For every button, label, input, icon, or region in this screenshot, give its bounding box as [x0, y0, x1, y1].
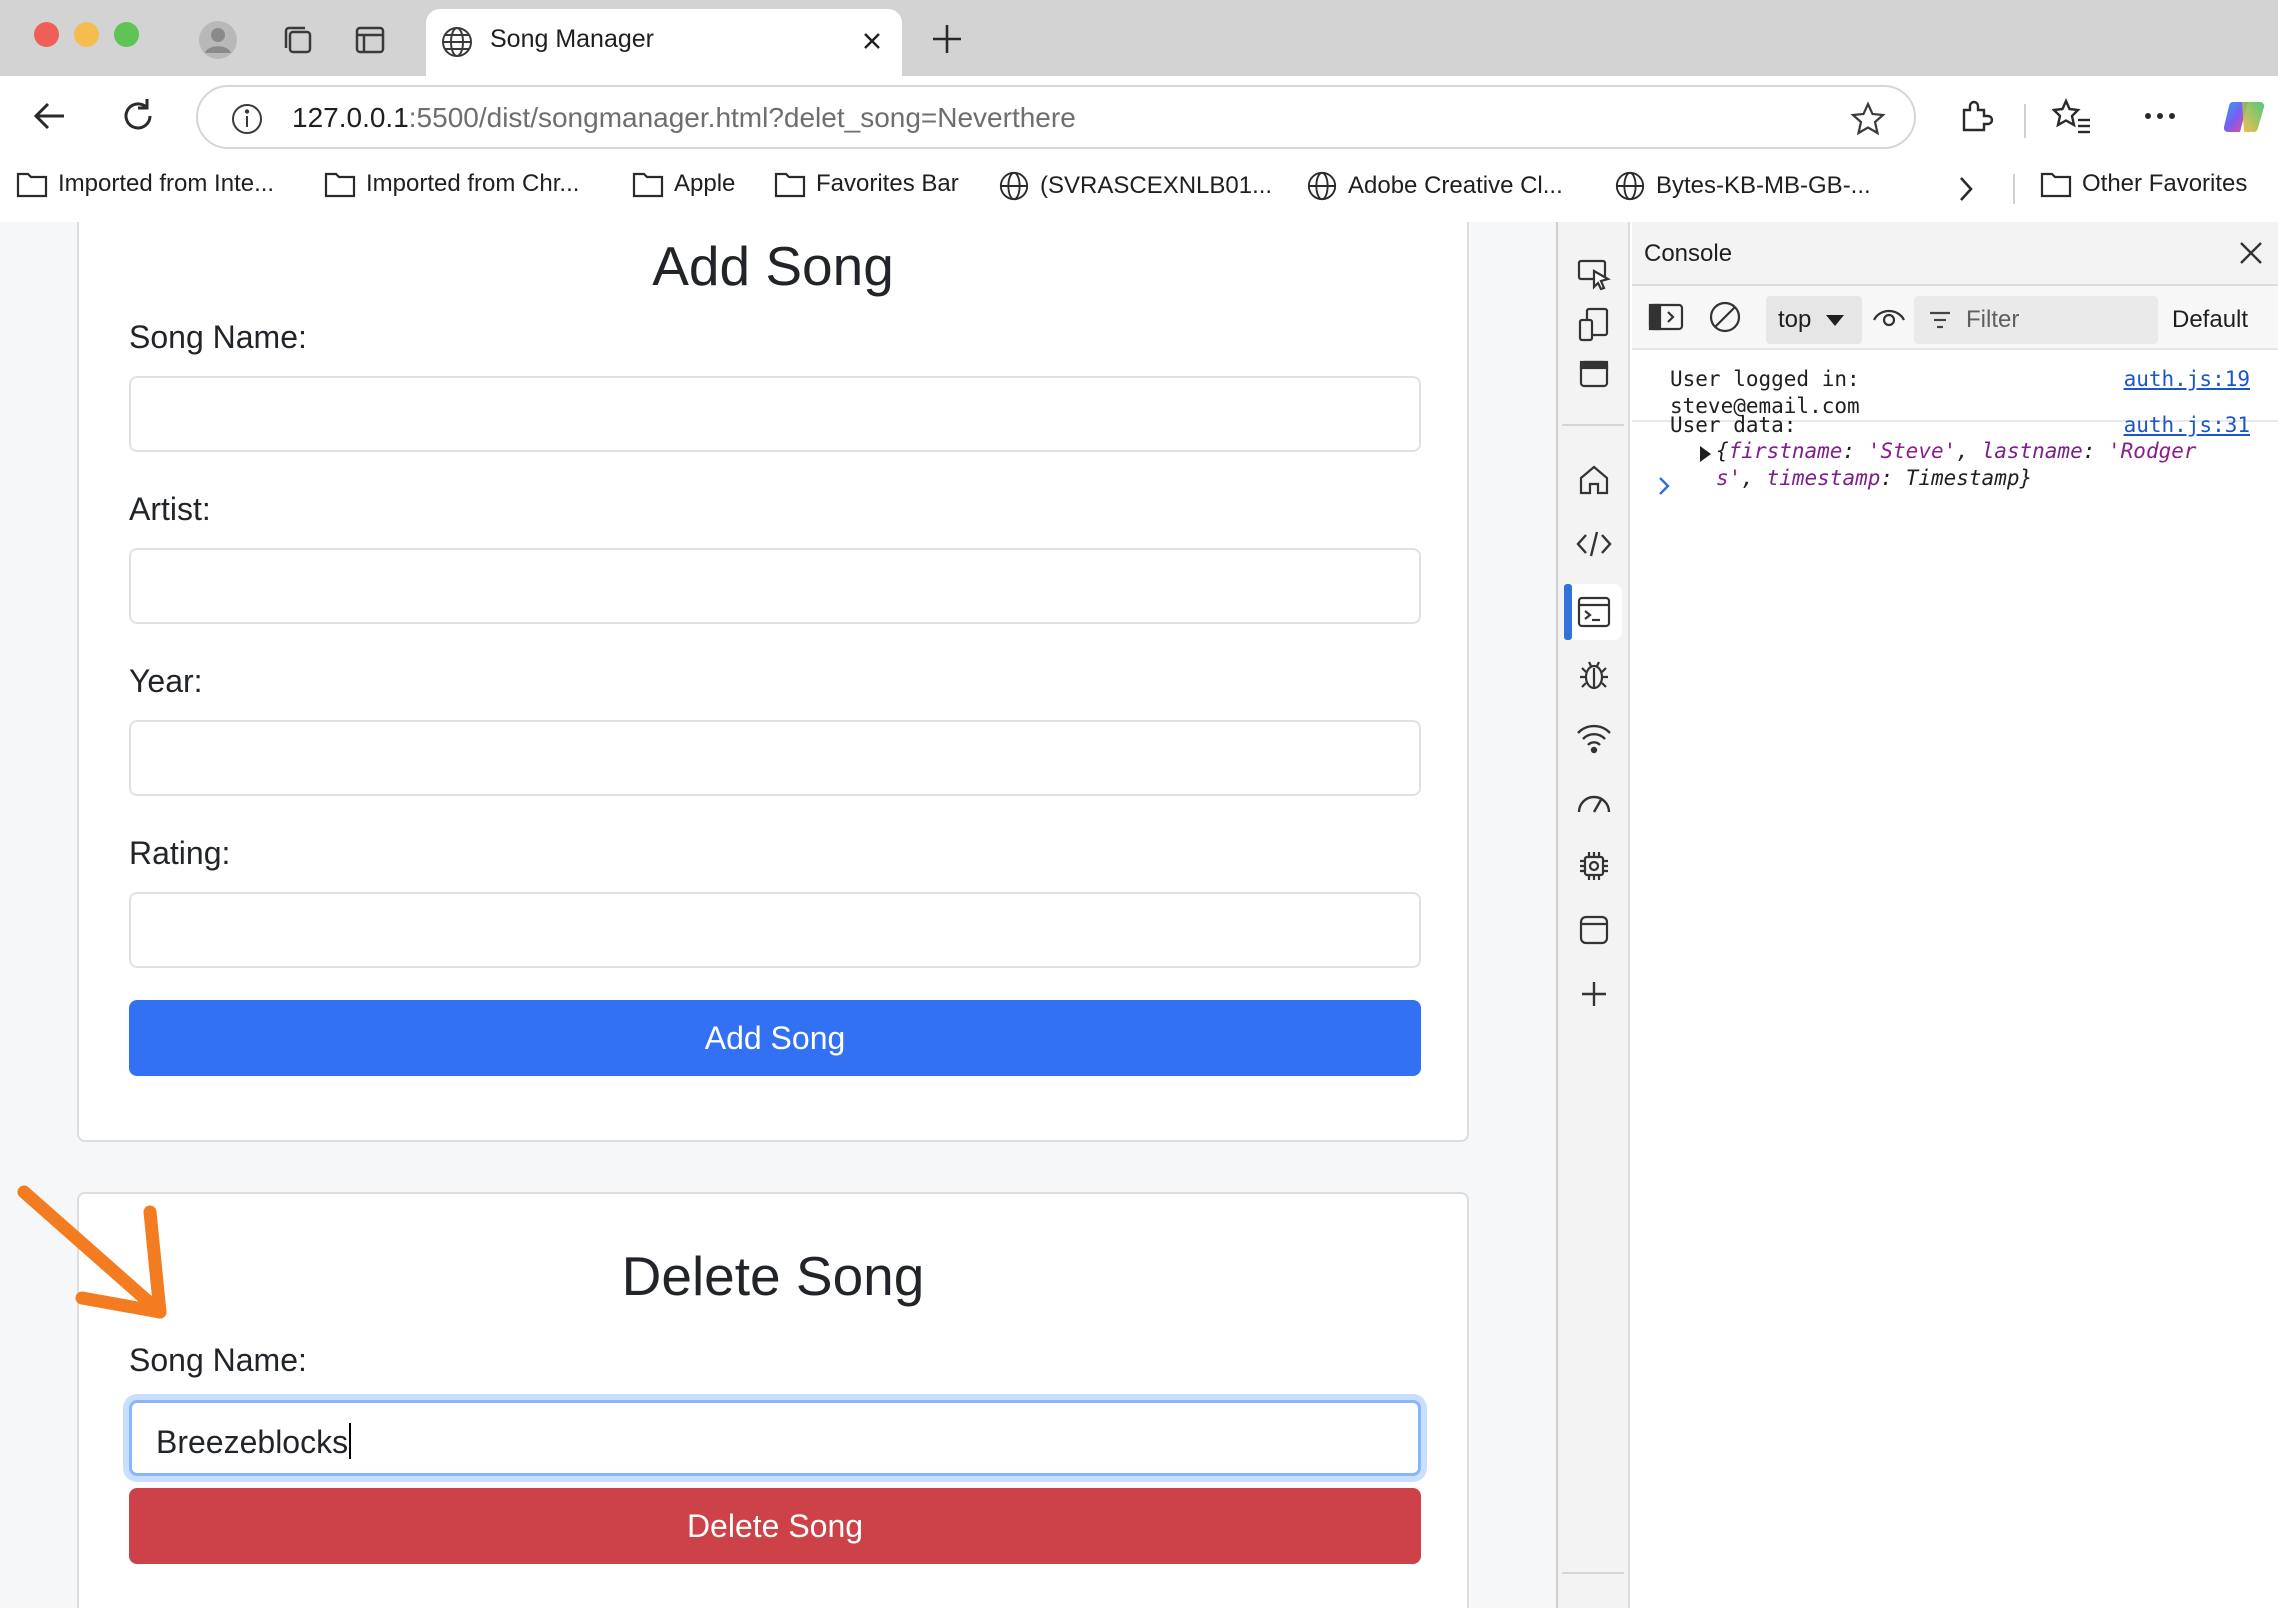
window-layout-icon[interactable] [1574, 354, 1614, 394]
rail-separator [1562, 1572, 1624, 1574]
add-song-card: Add Song Song Name: Artist: Year: Rating… [77, 222, 1469, 1142]
favorites-list-icon[interactable] [2052, 98, 2092, 136]
browser-tab-strip: Song Manager [0, 0, 2278, 76]
bookmark-folder[interactable]: Imported from Chr... [324, 170, 579, 198]
delete-song-card: Delete Song Song Name: Breezeblocks Dele… [77, 1192, 1469, 1608]
bookmark-folder[interactable]: Apple [632, 170, 735, 198]
console-tab-indicator [1564, 584, 1572, 640]
globe-icon [442, 27, 472, 57]
rating-input[interactable] [129, 892, 1421, 968]
toolbar-separator [2024, 104, 2026, 138]
console-message: User data: auth.js:31 {firstname: 'Steve… [1670, 412, 2250, 492]
bookmarks-separator [2013, 174, 2015, 204]
delete-song-heading: Delete Song [621, 1245, 925, 1307]
window-close-button[interactable] [34, 22, 59, 47]
elements-code-icon[interactable] [1574, 524, 1614, 564]
folder-icon [16, 172, 48, 198]
text-caret [349, 1423, 352, 1459]
song-name-label: Song Name: [129, 319, 307, 355]
bookmark-folder[interactable]: Other Favorites [2040, 170, 2247, 198]
vertical-tabs-icon[interactable] [350, 20, 390, 60]
add-tool-icon[interactable] [1574, 974, 1614, 1014]
source-link[interactable]: auth.js:19 [2124, 366, 2250, 393]
devtools-panel-title: Console [1644, 240, 1733, 267]
delete-song-name-label: Song Name: [129, 1342, 307, 1378]
close-icon[interactable] [2236, 238, 2266, 268]
new-tab-icon[interactable] [930, 22, 964, 56]
copilot-icon[interactable] [2222, 94, 2268, 140]
performance-gauge-icon[interactable] [1574, 782, 1614, 822]
clear-console-icon[interactable] [1708, 300, 1742, 334]
globe-icon [1307, 171, 1337, 201]
console-prompt-chevron-icon[interactable] [1654, 474, 1674, 498]
window-minimize-button[interactable] [74, 22, 99, 47]
bookmarks-bar: Imported from Inte... Imported from Chr.… [0, 162, 2278, 214]
folder-icon [324, 172, 356, 198]
add-song-heading: Add Song [652, 235, 894, 297]
profile-icon[interactable] [198, 20, 238, 60]
network-wifi-icon[interactable] [1574, 718, 1614, 758]
year-label: Year: [129, 663, 203, 699]
folder-icon [2040, 172, 2072, 198]
active-tab[interactable]: Song Manager [426, 9, 902, 76]
chevron-right-icon[interactable] [1953, 174, 1979, 204]
bookmark-folder[interactable]: Imported from Inte... [16, 170, 274, 198]
delete-song-name-value: Breezeblocks [156, 1423, 352, 1461]
delete-song-name-input[interactable]: Breezeblocks [129, 1400, 1421, 1476]
favorite-star-icon[interactable] [1850, 101, 1886, 137]
console-filter-input[interactable]: Filter [1914, 296, 2158, 344]
close-tab-icon[interactable] [860, 29, 884, 53]
delete-song-button[interactable]: Delete Song [129, 1488, 1421, 1564]
bookmark-link[interactable]: Adobe Creative Cl... [1306, 170, 1563, 202]
annotation-arrow-icon [17, 1185, 167, 1319]
application-panel-icon[interactable] [1574, 910, 1614, 950]
add-song-button[interactable]: Add Song [129, 1000, 1421, 1076]
memory-chip-icon[interactable] [1574, 846, 1614, 886]
debugger-bug-icon[interactable] [1574, 654, 1614, 694]
site-info-icon[interactable] [230, 102, 264, 136]
window-zoom-button[interactable] [114, 22, 139, 47]
source-link[interactable]: auth.js:31 [2124, 412, 2250, 439]
bookmark-link[interactable]: Bytes-KB-MB-GB-... [1614, 170, 1871, 202]
live-expression-eye-icon[interactable] [1872, 302, 1906, 332]
address-bar[interactable]: 127.0.0.1:5500/dist/songmanager.html?del… [196, 85, 1916, 149]
show-sidebar-icon[interactable] [1648, 302, 1684, 332]
song-name-input[interactable] [129, 376, 1421, 452]
console-icon[interactable] [1574, 592, 1614, 632]
tab-title: Song Manager [490, 25, 655, 53]
artist-label: Artist: [129, 491, 211, 527]
year-input[interactable] [129, 720, 1421, 796]
artist-input[interactable] [129, 548, 1421, 624]
home-icon[interactable] [1574, 460, 1614, 500]
folder-icon [632, 172, 664, 198]
context-selector[interactable]: top [1766, 296, 1862, 344]
rating-label: Rating: [129, 835, 231, 871]
rail-separator [1562, 424, 1624, 426]
back-arrow-icon[interactable] [30, 96, 70, 136]
expand-object-icon[interactable] [1700, 446, 1711, 462]
page-viewport: Add Song Song Name: Artist: Year: Rating… [0, 222, 1556, 1608]
console-toolbar: top Filter Default [1632, 286, 2278, 350]
globe-icon [1615, 171, 1645, 201]
refresh-icon[interactable] [118, 96, 158, 136]
devtools-header: Console [1632, 222, 2278, 286]
bookmark-folder[interactable]: Favorites Bar [774, 170, 959, 198]
more-options-icon[interactable] [2142, 98, 2178, 134]
globe-icon [999, 171, 1029, 201]
inspect-icon[interactable] [1574, 254, 1614, 294]
bookmark-link[interactable]: (SVRASCEXNLB01... [998, 170, 1272, 202]
log-levels-dropdown[interactable]: Default [2172, 306, 2248, 334]
filter-icon [1930, 311, 1950, 329]
logged-object[interactable]: {firstname: 'Steve', lastname: 'Rodger s… [1716, 438, 2236, 492]
devtools-activity-bar [1558, 222, 1630, 1608]
browser-toolbar: 127.0.0.1:5500/dist/songmanager.html?del… [0, 76, 2278, 162]
device-emulation-icon[interactable] [1574, 304, 1614, 344]
devtools-panel: Console top Filter Default User logged i… [1556, 222, 2278, 1608]
extensions-icon[interactable] [1956, 98, 1994, 136]
url-text: 127.0.0.1:5500/dist/songmanager.html?del… [292, 102, 1076, 133]
caret-down-icon [1826, 315, 1845, 326]
collections-icon[interactable] [278, 20, 318, 60]
folder-icon [774, 172, 806, 198]
